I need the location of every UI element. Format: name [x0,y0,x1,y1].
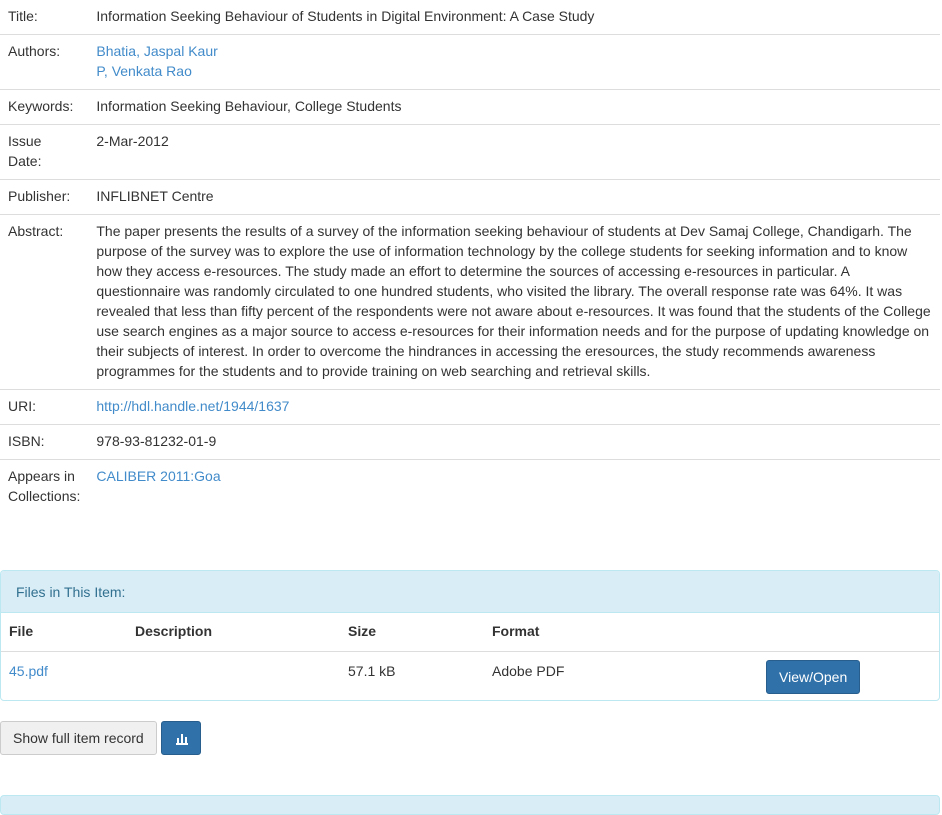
files-panel-heading: Files in This Item: [1,571,939,613]
author-link[interactable]: P, Venkata Rao [96,63,191,79]
isbn-value: 978-93-81232-01-9 [88,424,940,460]
isbn-label: ISBN: [0,424,89,460]
collections-label-line1: Appears in [8,468,75,484]
metadata-row-authors: Authors: Bhatia, Jaspal Kaur P, Venkata … [0,34,940,90]
next-panel [0,795,940,815]
statistics-button[interactable] [161,721,201,755]
issue-date-value: 2-Mar-2012 [88,124,940,180]
keywords-value: Information Seeking Behaviour, College S… [88,89,940,125]
metadata-row-issue-date: Issue Date: 2-Mar-2012 [0,124,940,180]
publisher-label: Publisher: [0,179,89,215]
uri-label: URI: [0,389,89,425]
collections-label: Appears in Collections: [0,459,89,514]
format-cell: Adobe PDF [484,651,758,700]
issue-date-label-line2: Date: [8,153,42,169]
table-row: 45.pdf 57.1 kB Adobe PDF View/Open [1,651,939,700]
metadata-row-uri: URI: http://hdl.handle.net/1944/1637 [0,389,940,425]
item-metadata-table: Title: Information Seeking Behaviour of … [0,0,940,514]
action-cell: View/Open [758,651,939,700]
uri-link[interactable]: http://hdl.handle.net/1944/1637 [96,398,289,414]
title-value: Information Seeking Behaviour of Student… [96,8,595,24]
metadata-row-isbn: ISBN: 978-93-81232-01-9 [0,424,940,460]
metadata-row-keywords: Keywords: Information Seeking Behaviour,… [0,89,940,125]
title-label: Title: [8,8,38,24]
issue-date-label: Issue Date: [0,124,89,180]
collection-link[interactable]: CALIBER 2011:Goa [96,468,220,484]
bar-chart-icon [176,734,188,745]
collections-label-line2: Collections: [8,488,81,504]
authors-label: Authors: [0,34,89,90]
show-full-record-button[interactable]: Show full item record [0,721,157,755]
column-header-description: Description [135,623,213,639]
authors-value: Bhatia, Jaspal Kaur P, Venkata Rao [88,34,940,90]
collections-value: CALIBER 2011:Goa [88,459,940,514]
files-table-header: File Description Size Format [1,613,939,652]
metadata-row-title: Title: Information Seeking Behaviour of … [0,0,940,35]
metadata-row-publisher: Publisher: INFLIBNET Centre [0,179,940,215]
files-table: File Description Size Format 45.pdf 57.1… [1,613,939,700]
column-header-format: Format [492,623,540,639]
metadata-row-abstract: Abstract: The paper presents the results… [0,214,940,390]
size-cell: 57.1 kB [340,651,484,700]
file-link[interactable]: 45.pdf [9,663,48,679]
uri-value: http://hdl.handle.net/1944/1637 [88,389,940,425]
column-header-size: Size [348,623,377,639]
files-panel: Files in This Item: File Description Siz… [0,570,940,701]
abstract-value: The paper presents the results of a surv… [88,214,940,390]
view-open-button[interactable]: View/Open [766,660,861,694]
column-header-file: File [9,623,34,639]
abstract-label: Abstract: [0,214,89,390]
file-cell: 45.pdf [1,651,127,700]
author-link[interactable]: Bhatia, Jaspal Kaur [96,43,217,59]
keywords-label: Keywords: [0,89,89,125]
description-cell [127,651,340,700]
publisher-value: INFLIBNET Centre [88,179,940,215]
issue-date-label-line1: Issue [8,133,42,149]
column-header-action [758,613,939,652]
metadata-row-collections: Appears in Collections: CALIBER 2011:Goa [0,459,940,514]
